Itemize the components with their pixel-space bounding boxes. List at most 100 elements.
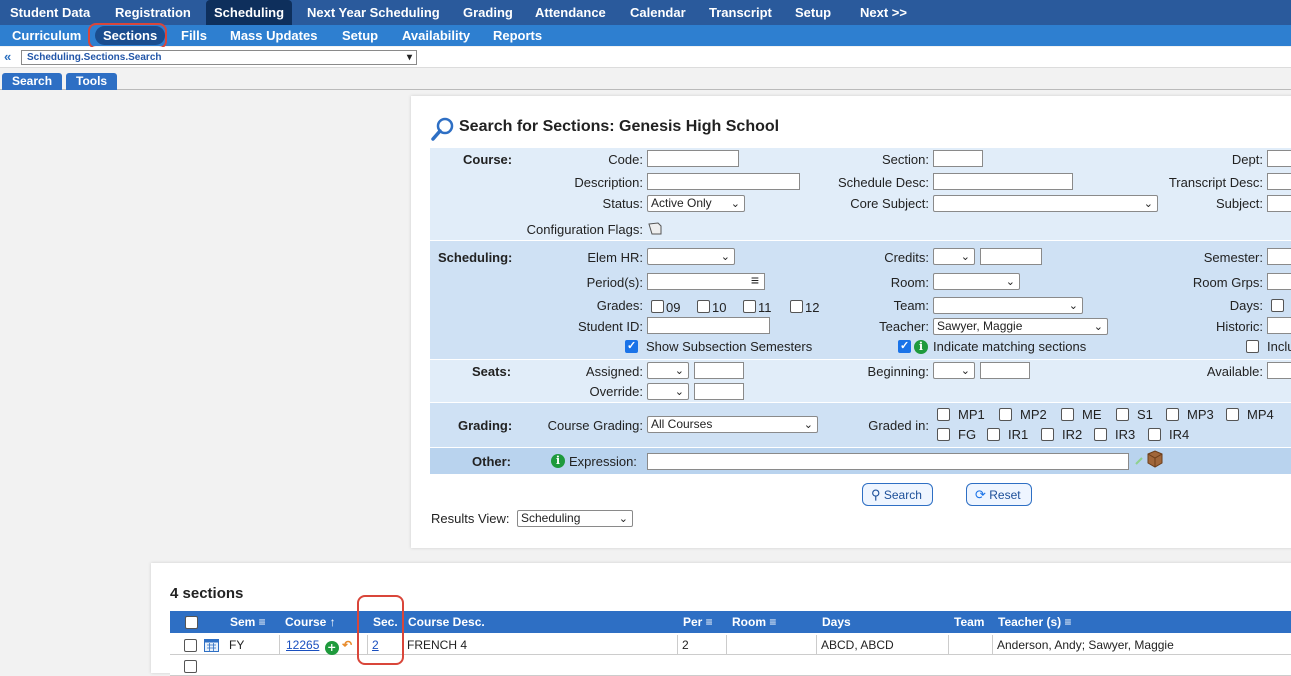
team-select[interactable]: ⌄ xyxy=(933,297,1083,314)
subnav-setup[interactable]: Setup xyxy=(334,25,386,46)
graded-ir3-checkbox[interactable] xyxy=(1094,428,1107,441)
grade-11-checkbox[interactable] xyxy=(743,300,756,313)
room-grps-input[interactable] xyxy=(1267,273,1291,290)
grade-12-checkbox[interactable] xyxy=(790,300,803,313)
expression-input[interactable] xyxy=(647,453,1129,470)
days-checkbox[interactable] xyxy=(1271,299,1284,312)
col-course[interactable]: Course ↑ xyxy=(285,611,336,633)
beginning-operator-select[interactable]: ⌄ xyxy=(933,362,975,379)
flag-icon[interactable] xyxy=(648,222,662,235)
add-icon[interactable]: + xyxy=(324,641,339,655)
code-input[interactable] xyxy=(647,150,739,167)
grade-09-checkbox[interactable] xyxy=(651,300,664,313)
info-icon[interactable]: i xyxy=(914,340,928,354)
table-row[interactable] xyxy=(170,656,1291,676)
col-per[interactable]: Per ≡ xyxy=(683,611,713,633)
beginning-input[interactable] xyxy=(980,362,1030,379)
tab-tools[interactable]: Tools xyxy=(66,73,118,90)
graded-ir1-checkbox[interactable] xyxy=(987,428,1000,441)
nav-next-year-scheduling[interactable]: Next Year Scheduling xyxy=(299,0,448,25)
results-view-select[interactable]: Scheduling ⌄ xyxy=(517,510,633,527)
subnav-mass-updates[interactable]: Mass Updates xyxy=(222,25,325,46)
col-sem[interactable]: Sem ≡ xyxy=(230,611,266,633)
nav-scheduling[interactable]: Scheduling xyxy=(206,0,293,25)
subnav-fills[interactable]: Fills xyxy=(173,25,215,46)
expression-builder-icon[interactable] xyxy=(1133,450,1165,468)
course-link[interactable]: 12265 xyxy=(286,638,319,652)
teacher-select[interactable]: Sawyer, Maggie ⌄ xyxy=(933,318,1108,335)
col-course-desc[interactable]: Course Desc. xyxy=(408,611,485,633)
course-grading-select[interactable]: All Courses ⌄ xyxy=(647,416,818,433)
periods-label: Period(s): xyxy=(586,275,643,290)
nav-next[interactable]: Next >> xyxy=(852,0,915,25)
grade-10-checkbox[interactable] xyxy=(697,300,710,313)
graded-mp3-checkbox[interactable] xyxy=(1166,408,1179,421)
override-input[interactable] xyxy=(694,383,744,400)
semester-input[interactable] xyxy=(1267,248,1291,265)
nav-attendance[interactable]: Attendance xyxy=(527,0,614,25)
credits-input[interactable] xyxy=(980,248,1042,265)
subnav-curriculum[interactable]: Curriculum xyxy=(4,25,89,46)
subnav-reports[interactable]: Reports xyxy=(485,25,550,46)
col-teacher[interactable]: Teacher (s) ≡ xyxy=(998,611,1071,633)
dept-input[interactable] xyxy=(1267,150,1291,167)
assigned-operator-select[interactable]: ⌄ xyxy=(647,362,689,379)
row-checkbox[interactable] xyxy=(184,660,197,673)
info-icon[interactable]: i xyxy=(551,454,565,468)
graded-ir3-label: IR3 xyxy=(1115,427,1136,442)
select-all-checkbox[interactable] xyxy=(185,616,198,629)
path-select[interactable]: Scheduling.Sections.Search ▾ xyxy=(21,50,417,65)
col-days[interactable]: Days xyxy=(822,611,851,633)
available-input[interactable] xyxy=(1267,362,1291,379)
tab-search[interactable]: Search xyxy=(2,73,63,90)
graded-mp1-checkbox[interactable] xyxy=(937,408,950,421)
schedule-desc-input[interactable] xyxy=(933,173,1073,190)
historic-input[interactable] xyxy=(1267,317,1291,334)
search-button[interactable]: ⚲ Search xyxy=(862,483,933,506)
subnav-availability[interactable]: Availability xyxy=(394,25,478,46)
graded-ir4-checkbox[interactable] xyxy=(1148,428,1161,441)
show-subsection-checkbox[interactable] xyxy=(625,339,638,353)
nav-transcript[interactable]: Transcript xyxy=(701,0,780,25)
col-room[interactable]: Room ≡ xyxy=(732,611,776,633)
description-input[interactable] xyxy=(647,173,800,190)
status-select[interactable]: Active Only ⌄ xyxy=(647,195,745,212)
section-input[interactable] xyxy=(933,150,983,167)
override-operator-select[interactable]: ⌄ xyxy=(647,383,689,400)
graded-fg-checkbox[interactable] xyxy=(937,428,950,441)
core-subject-select[interactable]: ⌄ xyxy=(933,195,1158,212)
graded-s1-checkbox[interactable] xyxy=(1116,408,1129,421)
nav-setup[interactable]: Setup xyxy=(787,0,839,25)
calendar-icon[interactable] xyxy=(204,638,219,652)
menu-icon[interactable]: ≡ xyxy=(751,273,759,288)
rotate-icon[interactable]: ↶ xyxy=(342,638,352,652)
credits-operator-select[interactable]: ⌄ xyxy=(933,248,975,265)
collapse-icon[interactable]: « xyxy=(4,49,11,64)
subject-input[interactable] xyxy=(1267,195,1291,212)
graded-ir2-checkbox[interactable] xyxy=(1041,428,1054,441)
elem-hr-select[interactable]: ⌄ xyxy=(647,248,735,265)
table-row[interactable]: FY 12265 + ↶ 2 FRENCH 4 2 ABCD, ABCD And… xyxy=(170,635,1291,655)
reset-button[interactable]: ⟳ Reset xyxy=(966,483,1032,506)
include-checkbox[interactable] xyxy=(1246,340,1259,353)
section-link[interactable]: 2 xyxy=(372,638,379,652)
graded-me-checkbox[interactable] xyxy=(1061,408,1074,421)
indicate-matching-checkbox[interactable] xyxy=(898,339,911,353)
nav-grading[interactable]: Grading xyxy=(455,0,521,25)
nav-student-data[interactable]: Student Data xyxy=(2,0,98,25)
row-select-cell xyxy=(170,635,225,655)
nav-registration[interactable]: Registration xyxy=(107,0,199,25)
semester-label: Semester: xyxy=(1203,250,1263,265)
student-id-input[interactable] xyxy=(647,317,770,334)
transcript-desc-input[interactable] xyxy=(1267,173,1291,190)
periods-input[interactable]: ≡ xyxy=(647,273,765,290)
graded-mp2-checkbox[interactable] xyxy=(999,408,1012,421)
col-team[interactable]: Team xyxy=(954,611,984,633)
graded-mp4-checkbox[interactable] xyxy=(1226,408,1239,421)
nav-calendar[interactable]: Calendar xyxy=(622,0,694,25)
col-sec[interactable]: Sec. xyxy=(373,611,398,633)
room-select[interactable]: ⌄ xyxy=(933,273,1020,290)
assigned-input[interactable] xyxy=(694,362,744,379)
subnav-sections[interactable]: Sections xyxy=(95,26,166,45)
row-checkbox[interactable] xyxy=(184,639,197,652)
